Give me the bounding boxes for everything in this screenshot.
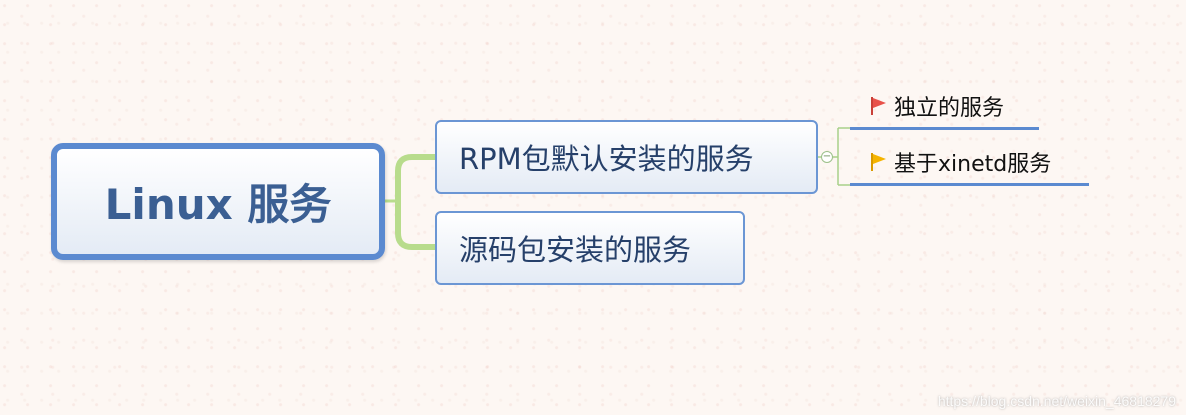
branch-label: RPM包默认安装的服务 — [459, 142, 754, 176]
branch-brace — [395, 154, 438, 250]
branch-node-source[interactable]: 源码包安装的服务 — [435, 211, 745, 285]
leaf-label: 基于xinetd服务 — [894, 152, 1052, 177]
leaf-node-standalone[interactable]: 独立的服务 — [870, 91, 1004, 121]
collapse-toggle-icon[interactable]: − — [821, 151, 833, 163]
watermark: https://blog.csdn.net/weixin_46818279 — [937, 393, 1176, 409]
branch-node-rpm[interactable]: RPM包默认安装的服务 — [435, 120, 818, 194]
yellow-flag-icon — [871, 153, 886, 171]
red-flag-icon — [871, 97, 886, 115]
leaf-underline — [850, 127, 1039, 130]
root-label: Linux 服务 — [104, 180, 332, 229]
leaf-underline — [850, 183, 1089, 186]
leaf-node-xinetd[interactable]: 基于xinetd服务 — [870, 147, 1051, 177]
leaf-label: 独立的服务 — [894, 96, 1005, 121]
branch-label: 源码包安装的服务 — [459, 233, 692, 267]
root-node[interactable]: Linux 服务 — [51, 143, 385, 260]
